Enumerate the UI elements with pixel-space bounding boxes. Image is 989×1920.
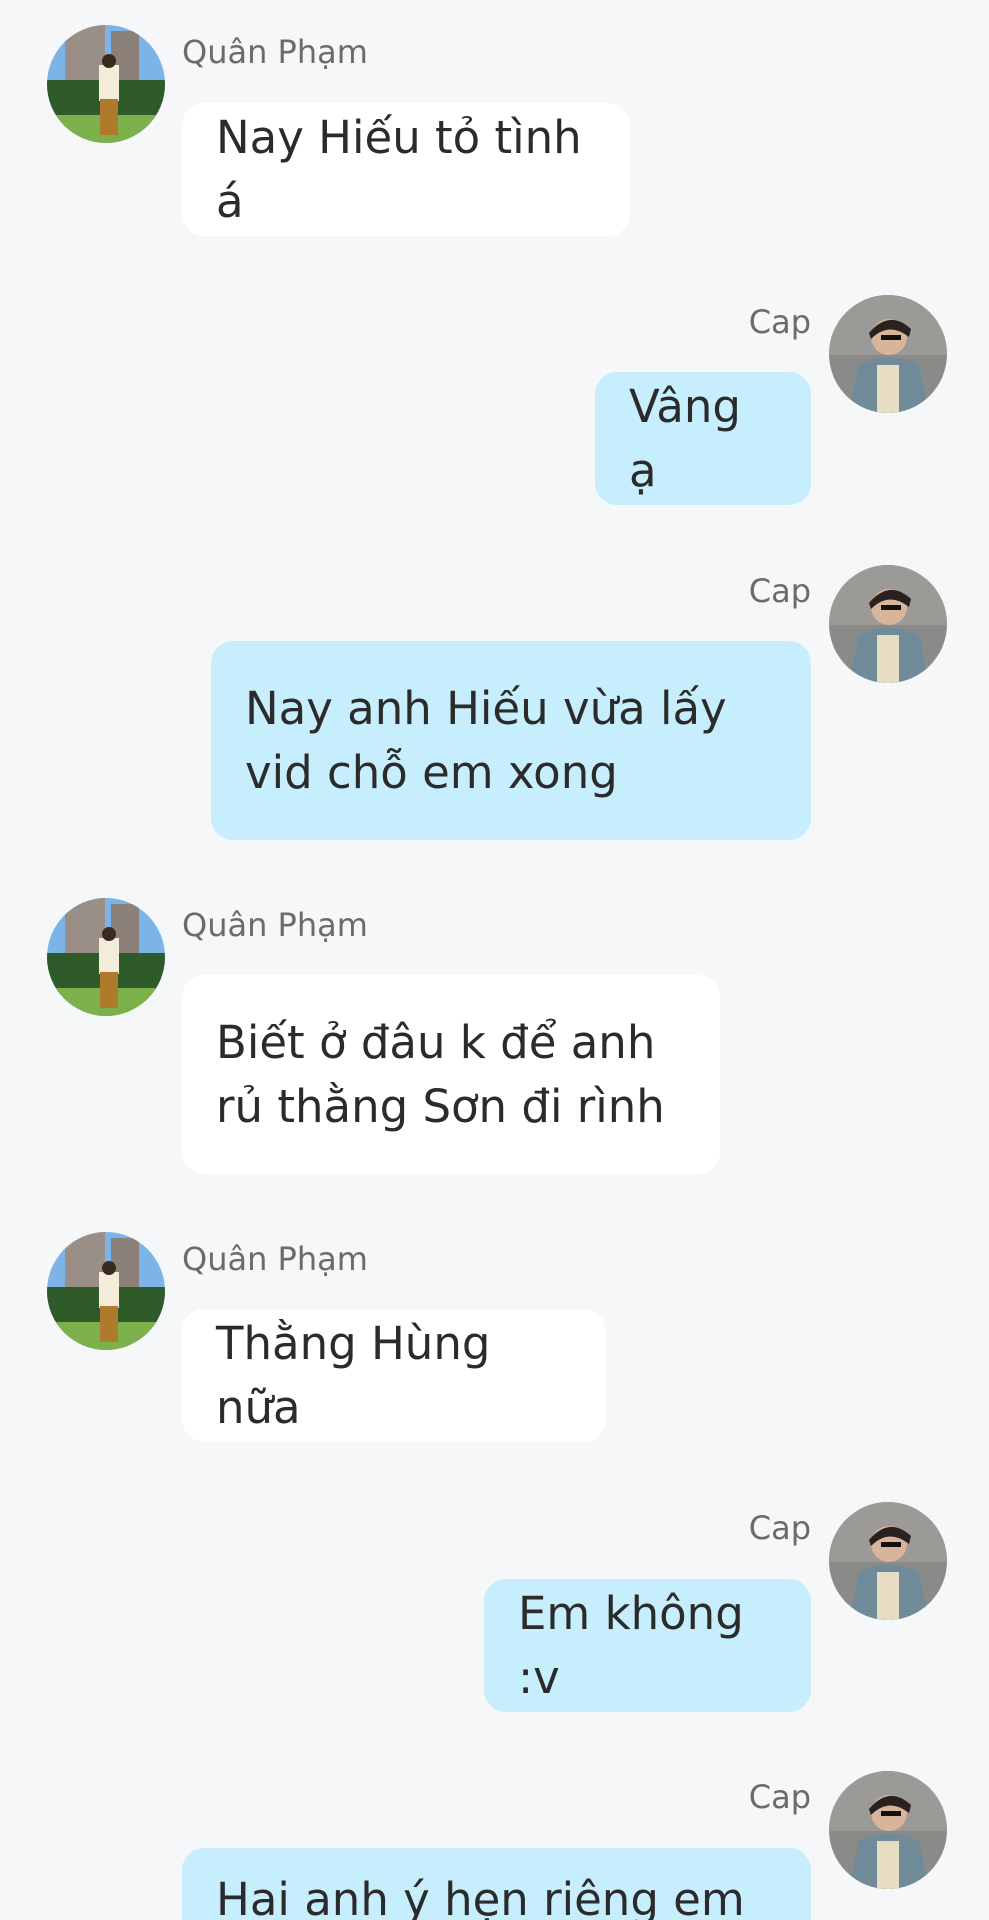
sender-avatar[interactable] — [47, 1232, 165, 1350]
sender-name: Quân Phạm — [182, 906, 368, 944]
sender-name: Cap — [748, 1509, 811, 1547]
sender-avatar[interactable] — [829, 1502, 947, 1620]
message-bubble-outgoing[interactable]: Nay anh Hiếu vừa lấy vid chỗ em xong — [211, 641, 811, 840]
message-bubble-outgoing[interactable]: Hai anh ý hẹn riêng em chỉ — [182, 1848, 811, 1920]
sender-avatar[interactable] — [829, 565, 947, 683]
user-avatar-icon — [47, 898, 165, 1016]
sender-avatar[interactable] — [829, 295, 947, 413]
sender-avatar[interactable] — [829, 1771, 947, 1889]
message-bubble-incoming[interactable]: Thằng Hùng nữa — [182, 1309, 606, 1442]
user-avatar-icon — [829, 295, 947, 413]
user-avatar-icon — [47, 1232, 165, 1350]
user-avatar-icon — [829, 565, 947, 683]
sender-avatar[interactable] — [47, 898, 165, 1016]
message-bubble-incoming[interactable]: Biết ở đâu k để anh rủ thằng Sơn đi rình — [182, 975, 720, 1174]
user-avatar-icon — [47, 25, 165, 143]
sender-name: Quân Phạm — [182, 33, 368, 71]
sender-avatar[interactable] — [47, 25, 165, 143]
message-bubble-outgoing[interactable]: Vâng ạ — [595, 372, 811, 505]
message-bubble-outgoing[interactable]: Em không :v — [484, 1579, 811, 1712]
message-bubble-incoming[interactable]: Nay Hiếu tỏ tình á — [182, 103, 630, 236]
sender-name: Quân Phạm — [182, 1240, 368, 1278]
user-avatar-icon — [829, 1502, 947, 1620]
chat-thread: Quân Phạm Nay Hiếu tỏ tình á Cap Vâng ạ … — [0, 0, 989, 1920]
sender-name: Cap — [748, 1778, 811, 1816]
user-avatar-icon — [829, 1771, 947, 1889]
sender-name: Cap — [748, 572, 811, 610]
sender-name: Cap — [748, 303, 811, 341]
